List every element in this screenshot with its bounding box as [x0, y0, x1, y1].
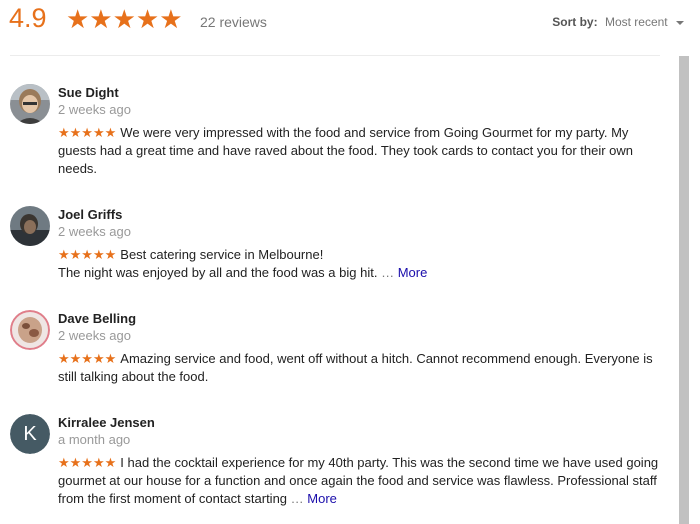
more-link[interactable]: More	[398, 265, 428, 280]
reviewer-name[interactable]: Kirralee Jensen	[58, 415, 155, 430]
ellipsis: …	[381, 265, 395, 280]
average-rating-stars: ★★★★★	[66, 4, 183, 34]
avatar-letter: K	[10, 414, 50, 454]
avatar[interactable]	[10, 310, 50, 350]
header-divider	[10, 55, 660, 56]
review-date: 2 weeks ago	[58, 328, 131, 343]
review-count[interactable]: 22 reviews	[200, 14, 267, 30]
chevron-down-icon[interactable]	[676, 20, 684, 25]
review-text-line: The night was enjoyed by all and the foo…	[58, 265, 378, 280]
more-link[interactable]: More	[307, 491, 337, 506]
ellipsis: …	[290, 491, 304, 506]
review-stars: ★★★★★	[58, 351, 117, 366]
review-stars: ★★★★★	[58, 455, 117, 470]
review-date: 2 weeks ago	[58, 102, 131, 117]
review-text: ★★★★★ We were very impressed with the foo…	[58, 124, 663, 178]
reviewer-name[interactable]: Dave Belling	[58, 311, 136, 326]
review-date: a month ago	[58, 432, 131, 447]
average-rating: 4.9	[9, 3, 47, 33]
reviewer-name[interactable]: Joel Griffs	[58, 207, 122, 222]
review-stars: ★★★★★	[58, 125, 117, 140]
scrollbar-thumb[interactable]	[679, 56, 689, 524]
review-text-content: I had the cocktail experience for my 40t…	[58, 455, 659, 506]
review-text: ★★★★★ I had the cocktail experience for m…	[58, 454, 663, 508]
reviews-header: 4.9 ★★★★★ 22 reviews Sort by: Most recen…	[0, 0, 700, 40]
sort-value[interactable]: Most recent	[605, 15, 668, 29]
review-stars: ★★★★★	[58, 247, 117, 262]
reviewer-name[interactable]: Sue Dight	[58, 85, 119, 100]
review-text-content: Amazing service and food, went off witho…	[58, 351, 653, 384]
review-text: ★★★★★ Best catering service in Melbourne!…	[58, 246, 663, 282]
review-date: 2 weeks ago	[58, 224, 131, 239]
review-text-content: We were very impressed with the food and…	[58, 125, 634, 176]
avatar[interactable]	[10, 84, 50, 124]
review-text-line: Best catering service in Melbourne!	[120, 247, 324, 262]
sort-label: Sort by:	[552, 15, 598, 29]
avatar[interactable]	[10, 206, 50, 246]
avatar[interactable]: K	[10, 414, 50, 454]
scrollbar[interactable]	[679, 56, 689, 524]
review-text: ★★★★★ Amazing service and food, went off …	[58, 350, 663, 386]
sort-dropdown[interactable]: Sort by: Most recent	[552, 15, 684, 29]
